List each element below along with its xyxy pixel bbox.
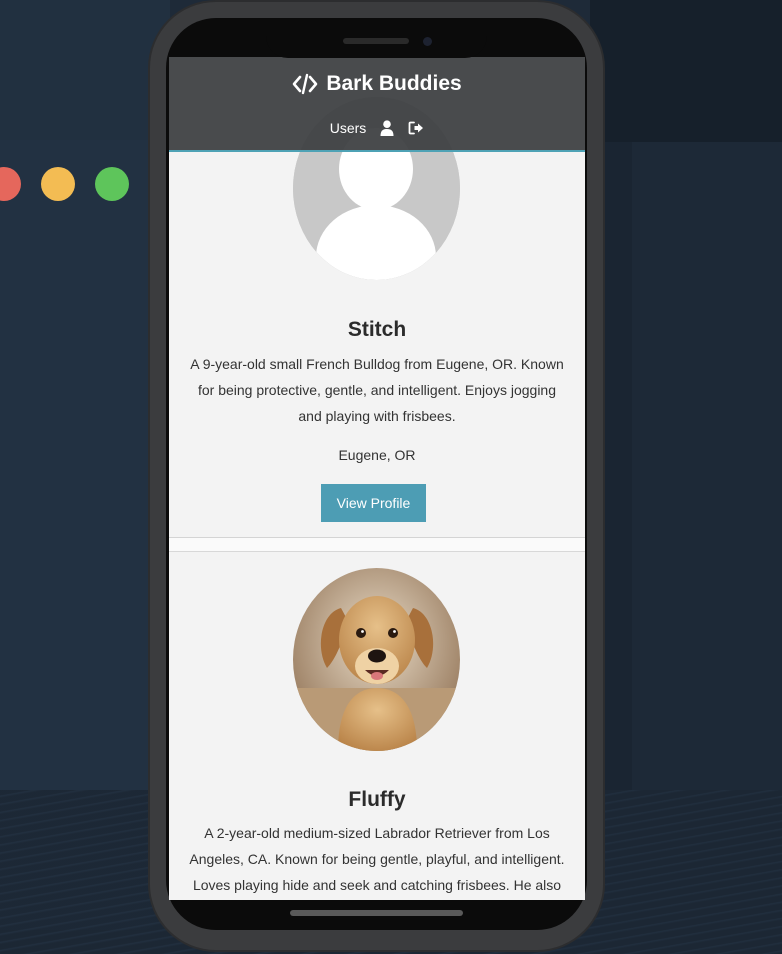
background-panel-right-mid: [632, 142, 782, 792]
home-indicator: [290, 910, 463, 916]
phone-speaker: [343, 38, 409, 44]
nav-users-link[interactable]: Users: [330, 120, 367, 136]
code-icon: [292, 72, 318, 96]
close-dot: [0, 167, 21, 201]
user-icon[interactable]: [380, 120, 394, 136]
dog-name: Stitch: [347, 318, 407, 341]
dog-bio: A 2-year-old medium-sized Labrador Retri…: [189, 825, 565, 893]
phone-camera: [423, 37, 432, 46]
window-controls: [0, 167, 140, 201]
dog-name: Fluffy: [348, 788, 406, 811]
app-header: Bark Buddies Users: [169, 57, 585, 152]
brand-title: Bark Buddies: [326, 72, 462, 95]
phone-screen: Bark Buddies Users Stitch A 9-year-old s…: [169, 57, 585, 900]
background-panel-right-top: [590, 0, 782, 142]
brand[interactable]: Bark Buddies: [169, 72, 585, 96]
main-nav: Users: [169, 120, 585, 136]
labrador-puppy-photo: [293, 568, 460, 751]
dog-bio: A 9-year-old small French Bulldog from E…: [190, 356, 564, 424]
sign-out-icon[interactable]: [408, 121, 424, 135]
minimize-dot: [41, 167, 75, 201]
maximize-dot: [95, 167, 129, 201]
dog-card: Fluffy A 2-year-old medium-sized Labrado…: [169, 553, 585, 900]
card-divider: [169, 538, 585, 552]
dog-location: Eugene, OR: [338, 447, 416, 463]
view-profile-button[interactable]: View Profile: [321, 484, 426, 522]
